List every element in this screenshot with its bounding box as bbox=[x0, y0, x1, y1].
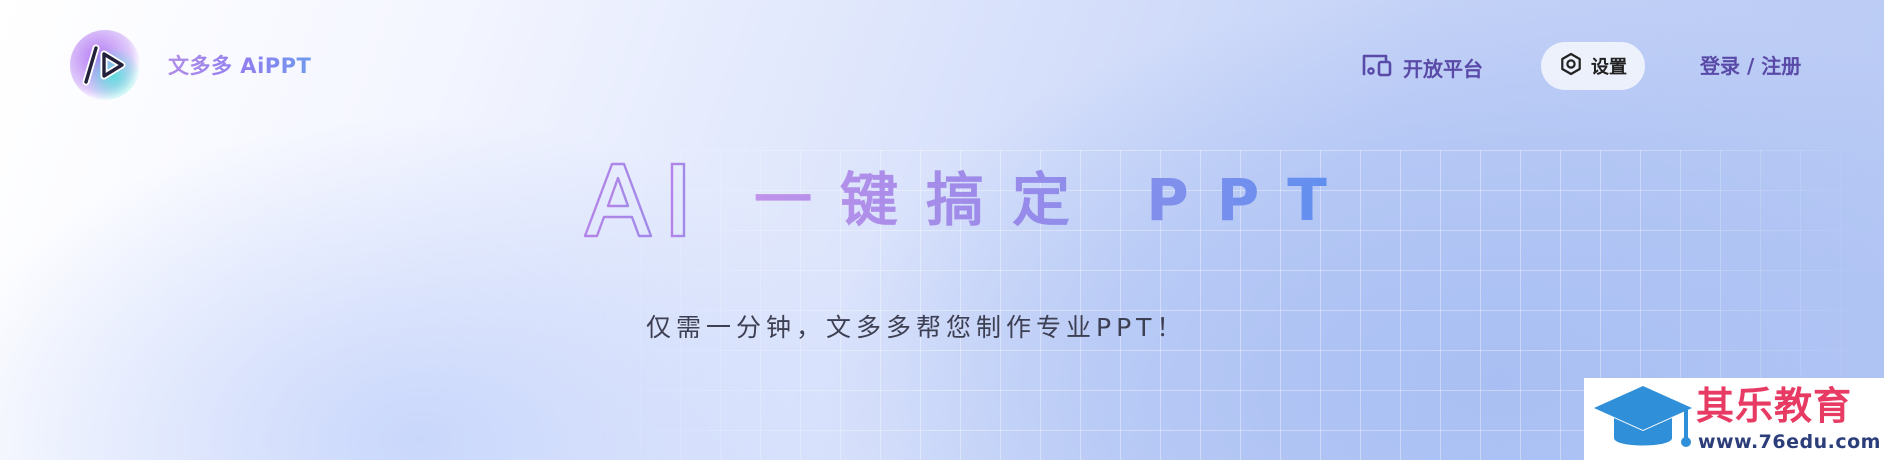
watermark: 其乐教育 www.76edu.com bbox=[1584, 378, 1884, 460]
open-platform-label: 开放平台 bbox=[1403, 56, 1483, 81]
hero-subtitle: 仅需一分钟，文多多帮您制作专业PPT！ bbox=[646, 313, 1187, 342]
watermark-title: 其乐教育 bbox=[1696, 384, 1853, 428]
logo-icon[interactable] bbox=[70, 30, 140, 100]
hero-title-text: 一键搞定 PPT bbox=[754, 160, 1355, 240]
login-register-link[interactable]: 登录 / 注册 bbox=[1700, 52, 1801, 80]
settings-label: 设置 bbox=[1591, 57, 1627, 78]
watermark-url: www.76edu.com bbox=[1698, 431, 1881, 453]
settings-icon bbox=[1559, 52, 1583, 81]
brand-name[interactable]: 文多多 AiPPT bbox=[168, 52, 311, 80]
hero-title-ai: AI bbox=[582, 160, 694, 240]
settings-button[interactable]: 设置 bbox=[1541, 42, 1645, 90]
devices-icon bbox=[1361, 52, 1393, 83]
open-platform-link[interactable]: 开放平台 bbox=[1361, 50, 1483, 84]
graduation-cap-icon bbox=[1594, 386, 1692, 447]
hero-title: AI 一键搞定 PPT bbox=[582, 160, 1355, 240]
